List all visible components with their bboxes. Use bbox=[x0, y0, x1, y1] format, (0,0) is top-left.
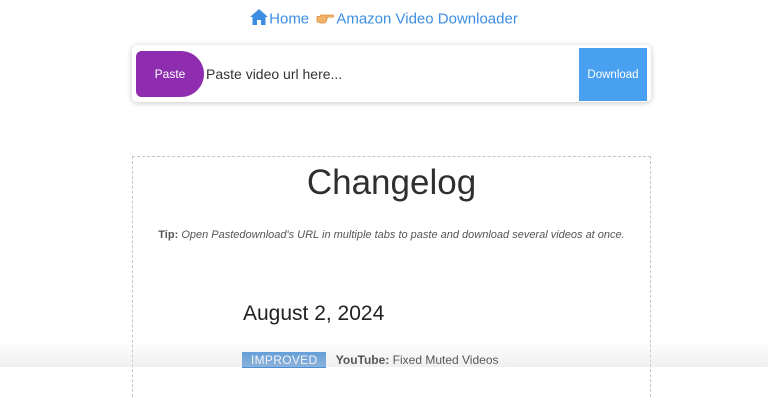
tip-label: Tip: bbox=[158, 229, 179, 241]
download-button[interactable]: Download bbox=[579, 48, 647, 101]
home-icon[interactable] bbox=[250, 9, 269, 26]
video-url-input[interactable] bbox=[206, 53, 576, 95]
pointing-hand-icon bbox=[316, 12, 335, 24]
tip-text: Tip: Open Pastedownload's URL in multipl… bbox=[133, 224, 650, 246]
changelog-panel: Changelog Tip: Open Pastedownload's URL … bbox=[132, 156, 651, 397]
changelog-item: IMPROVED YouTube: Fixed Muted Videos bbox=[242, 352, 499, 368]
status-badge: IMPROVED bbox=[242, 352, 327, 368]
breadcrumb-home-link[interactable]: Home bbox=[269, 11, 309, 28]
breadcrumb: Home Amazon Video Downloader bbox=[0, 9, 768, 28]
changelog-item-product: YouTube: bbox=[335, 353, 390, 367]
url-bar: Paste Download bbox=[132, 45, 651, 102]
changelog-entry-date: August 2, 2024 bbox=[243, 302, 385, 325]
changelog-item-text: Fixed Muted Videos bbox=[392, 353, 499, 367]
breadcrumb-current-link[interactable]: Amazon Video Downloader bbox=[336, 11, 518, 28]
tip-body: Open Pastedownload's URL in multiple tab… bbox=[181, 229, 625, 241]
page-title: Changelog bbox=[306, 163, 477, 202]
paste-button[interactable]: Paste bbox=[136, 51, 204, 97]
